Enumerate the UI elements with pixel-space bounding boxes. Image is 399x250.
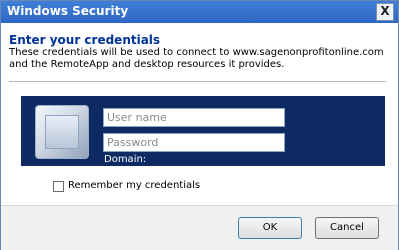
user-tile-icon (35, 105, 89, 159)
separator (9, 81, 386, 82)
user-tile-inner (45, 115, 79, 149)
remember-label[interactable]: Remember my credentials (68, 180, 200, 191)
username-input[interactable]: User name (103, 108, 285, 127)
button-bar: OK Cancel (1, 205, 398, 250)
title-bar: Windows Security X (1, 1, 398, 23)
cancel-button[interactable]: Cancel (315, 217, 379, 239)
domain-label: Domain: (104, 154, 147, 165)
window-title: Windows Security (7, 4, 129, 18)
password-input[interactable]: Password (103, 133, 285, 152)
windows-security-dialog: Windows Security X Enter your credential… (0, 0, 399, 250)
close-icon: X (380, 4, 390, 18)
credentials-heading: Enter your credentials (9, 33, 161, 47)
remember-checkbox[interactable] (53, 181, 64, 192)
close-button[interactable]: X (376, 3, 394, 21)
ok-button[interactable]: OK (238, 217, 302, 239)
credentials-description: These credentials will be used to connec… (9, 47, 384, 70)
credential-tile: User name Password Domain: (21, 96, 385, 166)
